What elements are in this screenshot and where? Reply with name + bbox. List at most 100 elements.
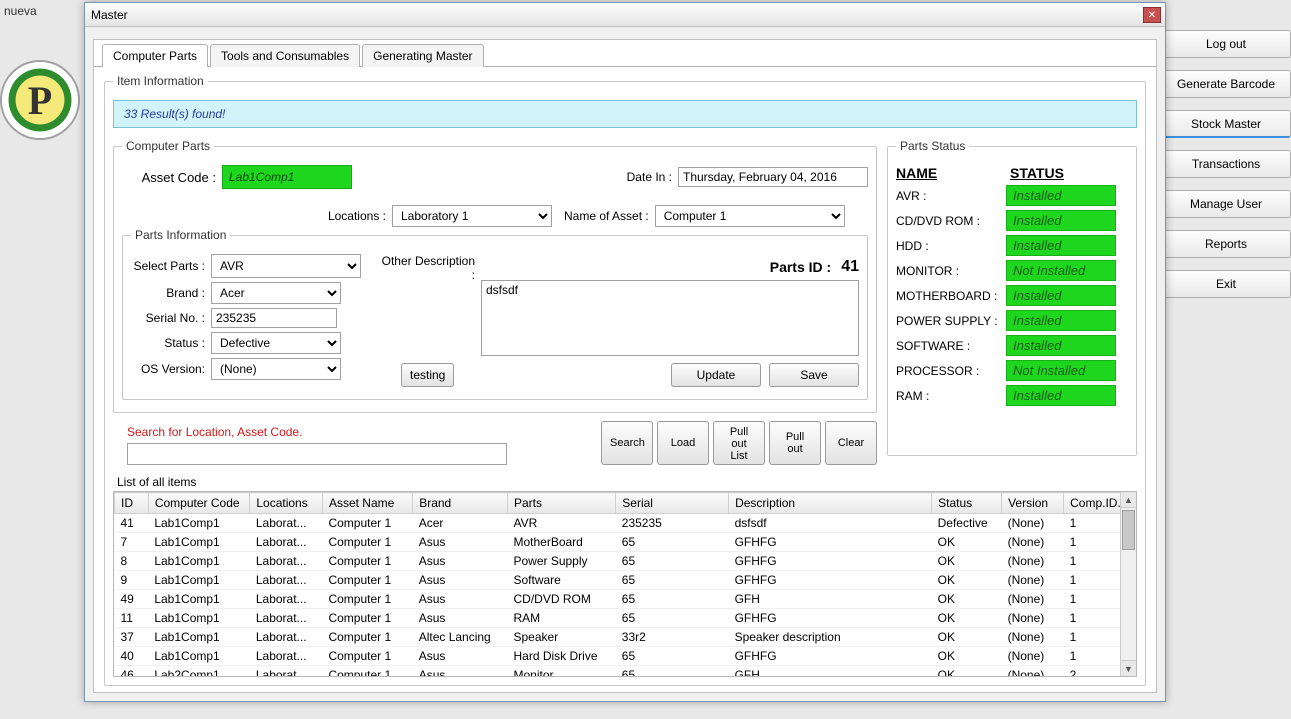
cell: Computer 1 (322, 647, 412, 666)
side-button-stock-master[interactable]: Stock Master (1161, 110, 1291, 138)
close-icon[interactable]: ✕ (1143, 7, 1161, 23)
os-version-select[interactable]: (None) (211, 358, 341, 380)
client-area: Computer PartsTools and ConsumablesGener… (93, 39, 1157, 693)
update-button[interactable]: Update (671, 363, 761, 387)
legend-computer-parts: Computer Parts (122, 139, 214, 153)
cell: GFHFG (729, 571, 932, 590)
side-button-reports[interactable]: Reports (1161, 230, 1291, 258)
col-header[interactable]: Asset Name (322, 493, 412, 514)
label-asset-code: Asset Code : (122, 170, 222, 185)
status-pill: Not Installed (1006, 260, 1116, 281)
status-name-label: PROCESSOR : (896, 364, 1006, 378)
cell: Laborat... (250, 609, 323, 628)
side-button-log-out[interactable]: Log out (1161, 30, 1291, 58)
col-header[interactable]: Brand (413, 493, 508, 514)
status-header-name: NAME (896, 165, 1010, 181)
titlebar[interactable]: Master ✕ (85, 3, 1165, 27)
tab-computer-parts[interactable]: Computer Parts (102, 44, 208, 67)
side-button-manage-user[interactable]: Manage User (1161, 190, 1291, 218)
side-button-transactions[interactable]: Transactions (1161, 150, 1291, 178)
cell: Acer (413, 514, 508, 533)
cell: Laborat... (250, 514, 323, 533)
legend-parts-status: Parts Status (896, 139, 969, 153)
grid-scrollbar[interactable]: ▲ ▼ (1120, 492, 1136, 676)
select-parts-select[interactable]: AVR (211, 254, 361, 278)
search-input[interactable] (127, 443, 507, 465)
clear-button[interactable]: Clear (825, 421, 877, 465)
cell: OK (932, 590, 1002, 609)
status-pill: Installed (1006, 210, 1116, 231)
side-button-generate-barcode[interactable]: Generate Barcode (1161, 70, 1291, 98)
cell: Asus (413, 552, 508, 571)
status-row: CD/DVD ROM :Installed (896, 210, 1128, 231)
cell: (None) (1002, 666, 1064, 678)
col-header[interactable]: ID (115, 493, 149, 514)
label-os-version: OS Version: (131, 362, 211, 376)
table-row[interactable]: 8Lab1Comp1Laborat...Computer 1AsusPower … (115, 552, 1136, 571)
label-serial: Serial No. : (131, 311, 211, 325)
col-header[interactable]: Parts (507, 493, 615, 514)
locations-select[interactable]: Laboratory 1 (392, 205, 552, 227)
pull-out-button[interactable]: Pull out (769, 421, 821, 465)
serial-input[interactable] (211, 308, 337, 328)
side-button-exit[interactable]: Exit (1161, 270, 1291, 298)
col-header[interactable]: Description (729, 493, 932, 514)
cell: 65 (616, 590, 729, 609)
col-header[interactable]: Version (1002, 493, 1064, 514)
cell: 65 (616, 552, 729, 571)
col-header[interactable]: Status (932, 493, 1002, 514)
tab-generating-master[interactable]: Generating Master (362, 44, 483, 67)
status-row: MONITOR :Not Installed (896, 260, 1128, 281)
cell: OK (932, 571, 1002, 590)
status-select[interactable]: Defective (211, 332, 341, 354)
cell: (None) (1002, 590, 1064, 609)
tab-tools-and-consumables[interactable]: Tools and Consumables (210, 44, 360, 67)
table-row[interactable]: 40Lab1Comp1Laborat...Computer 1AsusHard … (115, 647, 1136, 666)
cell: OK (932, 552, 1002, 571)
scroll-up-icon[interactable]: ▲ (1121, 492, 1136, 508)
table-row[interactable]: 46Lab2Comp1Laborat...Computer 1AsusMonit… (115, 666, 1136, 678)
cell: GFHFG (729, 609, 932, 628)
date-in-field[interactable] (678, 167, 868, 187)
status-header-status: STATUS (1010, 165, 1064, 181)
scroll-down-icon[interactable]: ▼ (1121, 660, 1136, 676)
cell: RAM (507, 609, 615, 628)
cell: Lab1Comp1 (148, 514, 250, 533)
table-row[interactable]: 11Lab1Comp1Laborat...Computer 1AsusRAM65… (115, 609, 1136, 628)
items-grid[interactable]: IDComputer CodeLocationsAsset NameBrandP… (113, 491, 1137, 677)
table-row[interactable]: 7Lab1Comp1Laborat...Computer 1AsusMother… (115, 533, 1136, 552)
table-row[interactable]: 49Lab1Comp1Laborat...Computer 1AsusCD/DV… (115, 590, 1136, 609)
table-row[interactable]: 37Lab1Comp1Laborat...Computer 1Altec Lan… (115, 628, 1136, 647)
cell: GFHFG (729, 647, 932, 666)
pull-out-list-button[interactable]: Pull out List (713, 421, 765, 465)
cell: CD/DVD ROM (507, 590, 615, 609)
label-brand: Brand : (131, 286, 211, 300)
status-name-label: RAM : (896, 389, 1006, 403)
cell: (None) (1002, 609, 1064, 628)
status-pill: Installed (1006, 385, 1116, 406)
col-header[interactable]: Serial (616, 493, 729, 514)
other-description-textarea[interactable]: dsfsdf (481, 280, 859, 356)
col-header[interactable]: Locations (250, 493, 323, 514)
search-button[interactable]: Search (601, 421, 653, 465)
cell: Lab2Comp1 (148, 666, 250, 678)
table-row[interactable]: 9Lab1Comp1Laborat...Computer 1AsusSoftwa… (115, 571, 1136, 590)
load-button[interactable]: Load (657, 421, 709, 465)
cell: GFHFG (729, 552, 932, 571)
tab-panel-computer-parts: Item Information 33 Result(s) found! Com… (94, 66, 1156, 700)
cell: Asus (413, 609, 508, 628)
cell: Speaker description (729, 628, 932, 647)
cell: Software (507, 571, 615, 590)
col-header[interactable]: Computer Code (148, 493, 250, 514)
status-pill: Installed (1006, 235, 1116, 256)
cell: Computer 1 (322, 590, 412, 609)
table-row[interactable]: 41Lab1Comp1Laborat...Computer 1AcerAVR23… (115, 514, 1136, 533)
scroll-thumb[interactable] (1122, 510, 1135, 550)
cell: OK (932, 666, 1002, 678)
save-button[interactable]: Save (769, 363, 859, 387)
brand-select[interactable]: Acer (211, 282, 341, 304)
asset-name-select[interactable]: Computer 1 (655, 205, 845, 227)
cell: Computer 1 (322, 552, 412, 571)
parts-id-value: 41 (841, 258, 859, 276)
testing-button[interactable]: testing (401, 363, 454, 387)
